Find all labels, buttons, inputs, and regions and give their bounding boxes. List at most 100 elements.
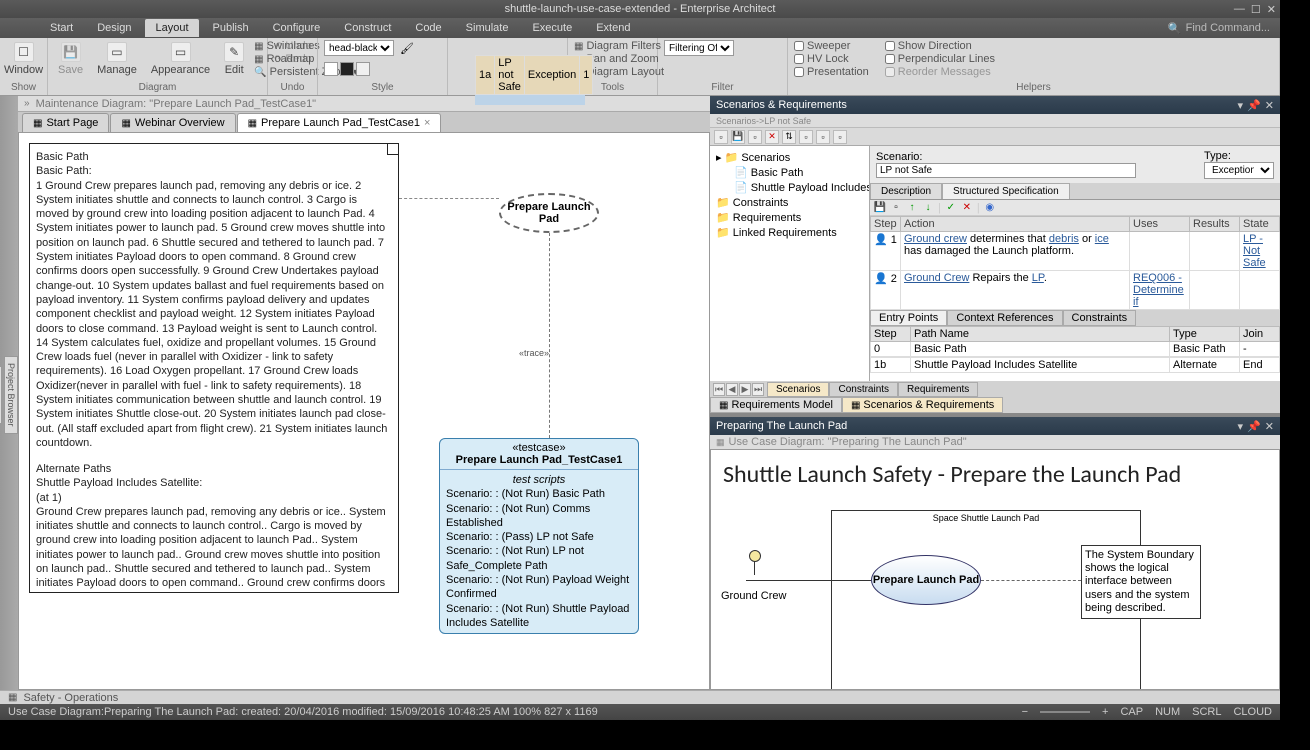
entry-points-table[interactable]: StepPath NameTypeJoin 0Basic PathBasic P…	[870, 326, 1280, 373]
nav-prev[interactable]: ◀	[726, 383, 738, 396]
tab-constraints2[interactable]: Constraints	[1063, 310, 1137, 326]
brush-icon[interactable]: 🖌	[400, 42, 414, 55]
up-icon[interactable]: ↑	[906, 202, 918, 214]
tab-scenarios[interactable]: Scenarios	[767, 382, 829, 397]
down-icon[interactable]: ↓	[922, 202, 934, 214]
reorder-check[interactable]: Reorder Messages	[885, 66, 995, 78]
diagram-layout[interactable]: ▦ Diagram Layout	[574, 66, 651, 78]
pres-check[interactable]: Presentation	[794, 66, 869, 78]
nav-last[interactable]: ⏭	[752, 383, 764, 396]
close-icon[interactable]: ✕	[1265, 420, 1274, 433]
note-element[interactable]: Basic Path Basic Path: 1 Ground Crew pre…	[29, 143, 399, 593]
dropdown-icon[interactable]: ▾	[1238, 99, 1244, 112]
nav-first[interactable]: ⏮	[713, 383, 725, 396]
hvlock-check[interactable]: HV Lock	[794, 53, 869, 65]
text-color[interactable]	[340, 62, 354, 76]
head-style-select[interactable]: head-black	[324, 40, 394, 56]
menu-construct[interactable]: Construct	[334, 19, 401, 37]
menu-layout[interactable]: Layout	[145, 19, 198, 37]
action-icon[interactable]: ▫	[890, 202, 902, 214]
tab-description[interactable]: Description	[870, 183, 942, 199]
diagram-filters[interactable]: ▦ Diagram Filters	[574, 40, 651, 52]
usecase-canvas[interactable]: Shuttle Launch Safety - Prepare the Laun…	[710, 449, 1280, 690]
menu-execute[interactable]: Execute	[522, 19, 582, 37]
close-icon[interactable]: ✕	[1265, 99, 1274, 112]
save-icon[interactable]: 💾	[874, 202, 886, 214]
undo-button[interactable]: ↶ Undo	[274, 40, 311, 52]
align-icon[interactable]	[534, 40, 548, 54]
edit-button[interactable]: ✎Edit	[220, 40, 248, 78]
align-icon[interactable]	[486, 40, 500, 54]
align-icon[interactable]	[518, 40, 532, 54]
print-icon[interactable]: ▫	[799, 130, 813, 144]
find-command[interactable]: Find Command...	[1186, 22, 1270, 34]
tab-start[interactable]: ▦ Start Page	[22, 113, 109, 132]
project-browser-tab[interactable]: Project Browser	[4, 356, 18, 434]
menu-start[interactable]: Start	[40, 19, 83, 37]
diagram-canvas[interactable]: Basic Path Basic Path: 1 Ground Crew pre…	[18, 132, 710, 690]
align-icon[interactable]	[470, 56, 484, 70]
copy-icon[interactable]: ▫	[748, 130, 762, 144]
tab-scen-req[interactable]: ▦ Scenarios & Requirements	[842, 397, 1003, 413]
dropdown-icon[interactable]: ▾	[1238, 420, 1244, 433]
appearance-button[interactable]: ▭Appearance	[147, 40, 214, 78]
align-icon[interactable]	[486, 56, 500, 70]
save-button[interactable]: 💾Save	[54, 40, 87, 78]
nav-next[interactable]: ▶	[739, 383, 751, 396]
menu-simulate[interactable]: Simulate	[456, 19, 519, 37]
link-icon[interactable]: ◉	[984, 202, 996, 214]
filter-select[interactable]: Filtering Off	[664, 40, 734, 56]
align-icon[interactable]	[454, 40, 468, 54]
line-color[interactable]	[356, 62, 370, 76]
scenario-tree[interactable]: ▸ 📁 Scenarios 📄 Basic Path 📄 LP not Safe…	[710, 146, 870, 381]
search-icon[interactable]: 🔍	[1168, 22, 1182, 35]
actor-element[interactable]: Ground Crew	[721, 550, 786, 602]
scenario-name-input[interactable]	[876, 163, 1136, 178]
tab-entry-points[interactable]: Entry Points	[870, 310, 947, 326]
testcase-element[interactable]: «testcase» Prepare Launch Pad_TestCase1 …	[439, 438, 639, 634]
align-icon[interactable]	[518, 56, 532, 70]
menu-configure[interactable]: Configure	[263, 19, 331, 37]
scenario-type-select[interactable]: Exception	[1204, 162, 1274, 179]
tab-requirements[interactable]: Requirements	[898, 382, 978, 397]
delete-icon[interactable]: ✕	[765, 130, 779, 144]
sort-icon[interactable]: ⇅	[782, 130, 796, 144]
pin-icon[interactable]: 📌	[1247, 420, 1261, 433]
close-icon[interactable]: ×	[424, 117, 430, 129]
fill-color[interactable]	[324, 62, 338, 76]
resources-tab[interactable]: Resources	[0, 366, 2, 423]
minimize-icon[interactable]: —	[1234, 3, 1245, 15]
close-icon[interactable]: ✕	[1267, 3, 1276, 16]
tab-testcase[interactable]: ▦ Prepare Launch Pad_TestCase1 ×	[237, 113, 442, 132]
perp-check[interactable]: Perpendicular Lines	[885, 53, 995, 65]
remove-icon[interactable]: ✕	[961, 202, 973, 214]
align-icon[interactable]	[502, 56, 516, 70]
usecase-element[interactable]: Prepare Launch Pad	[499, 193, 599, 233]
usecase-element2[interactable]: Prepare Launch Pad	[871, 555, 981, 605]
menu-design[interactable]: Design	[87, 19, 141, 37]
window-button[interactable]: ☐Window	[6, 40, 41, 78]
menu-publish[interactable]: Publish	[203, 19, 259, 37]
menu-extend[interactable]: Extend	[586, 19, 640, 37]
pin-icon[interactable]: 📌	[1247, 99, 1261, 112]
tab-context[interactable]: Context References	[947, 310, 1062, 326]
note-element2[interactable]: The System Boundary shows the logical in…	[1081, 545, 1201, 619]
align-icon[interactable]	[454, 56, 468, 70]
tab-structured[interactable]: Structured Specification	[942, 183, 1070, 199]
menu-code[interactable]: Code	[405, 19, 451, 37]
manage-button[interactable]: ▭Manage	[93, 40, 141, 78]
align-icon[interactable]	[534, 56, 548, 70]
align-icon[interactable]	[470, 40, 484, 54]
tab-constraints3[interactable]: Constraints	[829, 382, 898, 397]
tab-req-model[interactable]: ▦ Requirements Model	[710, 397, 842, 413]
pan-zoom[interactable]: ▦ Pan and Zoom	[574, 53, 651, 65]
sweeper-check[interactable]: Sweeper	[794, 40, 869, 52]
maximize-icon[interactable]: ☐	[1251, 3, 1261, 16]
view-icon[interactable]: ▫	[816, 130, 830, 144]
showdir-check[interactable]: Show Direction	[885, 40, 995, 52]
steps-table[interactable]: StepActionUsesResultsState 👤 1Ground cre…	[870, 216, 1280, 310]
tab-webinar[interactable]: ▦ Webinar Overview	[110, 113, 235, 132]
new-icon[interactable]: ▫	[714, 130, 728, 144]
redo-button[interactable]: ↷ Redo	[274, 53, 311, 65]
align-icon[interactable]	[502, 40, 516, 54]
